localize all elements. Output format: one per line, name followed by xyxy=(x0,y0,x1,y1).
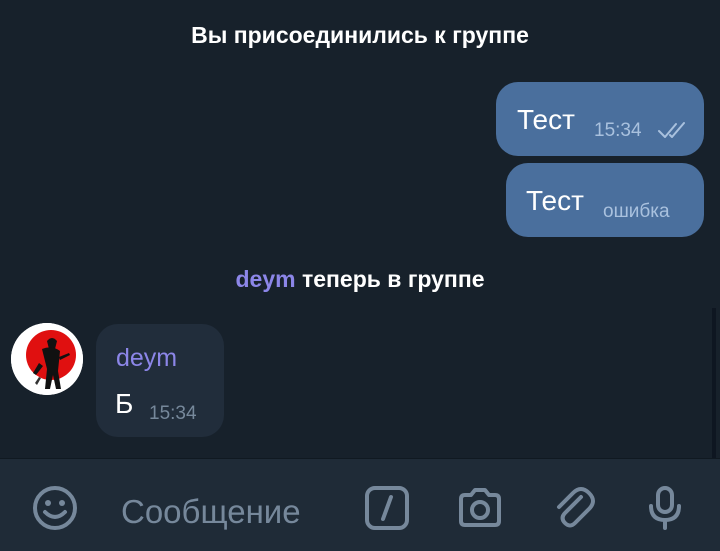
chat-screen: Вы присоединились к группе Тест 15:34 Те… xyxy=(0,0,720,551)
message-input[interactable]: Сообщение xyxy=(121,493,301,531)
slash-command-icon[interactable] xyxy=(364,485,410,531)
service-joined-text: Вы присоединились к группе xyxy=(191,22,529,48)
service-message-joined: Вы присоединились к группе xyxy=(0,22,720,49)
service-member-name[interactable]: deym xyxy=(235,266,295,292)
message-text: Тест xyxy=(517,104,575,135)
paperclip-icon[interactable] xyxy=(551,485,597,531)
sender-name[interactable]: deym xyxy=(116,344,177,373)
message-text: Тест xyxy=(526,185,584,216)
avatar-image xyxy=(11,323,83,395)
scrollbar[interactable] xyxy=(712,308,716,458)
outgoing-message[interactable]: Тест 15:34 xyxy=(496,82,704,156)
message-input-bar: Сообщение xyxy=(0,458,720,551)
message-text: Б xyxy=(115,388,134,419)
outgoing-message-failed[interactable]: Тест ошибка xyxy=(506,163,704,237)
message-list[interactable]: Вы присоединились к группе Тест 15:34 Те… xyxy=(0,0,720,458)
avatar[interactable] xyxy=(11,323,83,395)
double-check-icon xyxy=(658,122,685,138)
microphone-icon[interactable] xyxy=(642,485,688,531)
message-time: 15:34 xyxy=(594,120,642,141)
service-message-member-joined: deym теперь в группе xyxy=(0,266,720,293)
message-error-status: ошибка xyxy=(603,201,670,222)
message-time: 15:34 xyxy=(149,403,197,424)
service-member-text: теперь в группе xyxy=(301,266,485,292)
camera-icon[interactable] xyxy=(457,485,503,531)
incoming-message[interactable]: deym Б 15:34 xyxy=(96,324,224,437)
smile-icon[interactable] xyxy=(32,485,78,531)
